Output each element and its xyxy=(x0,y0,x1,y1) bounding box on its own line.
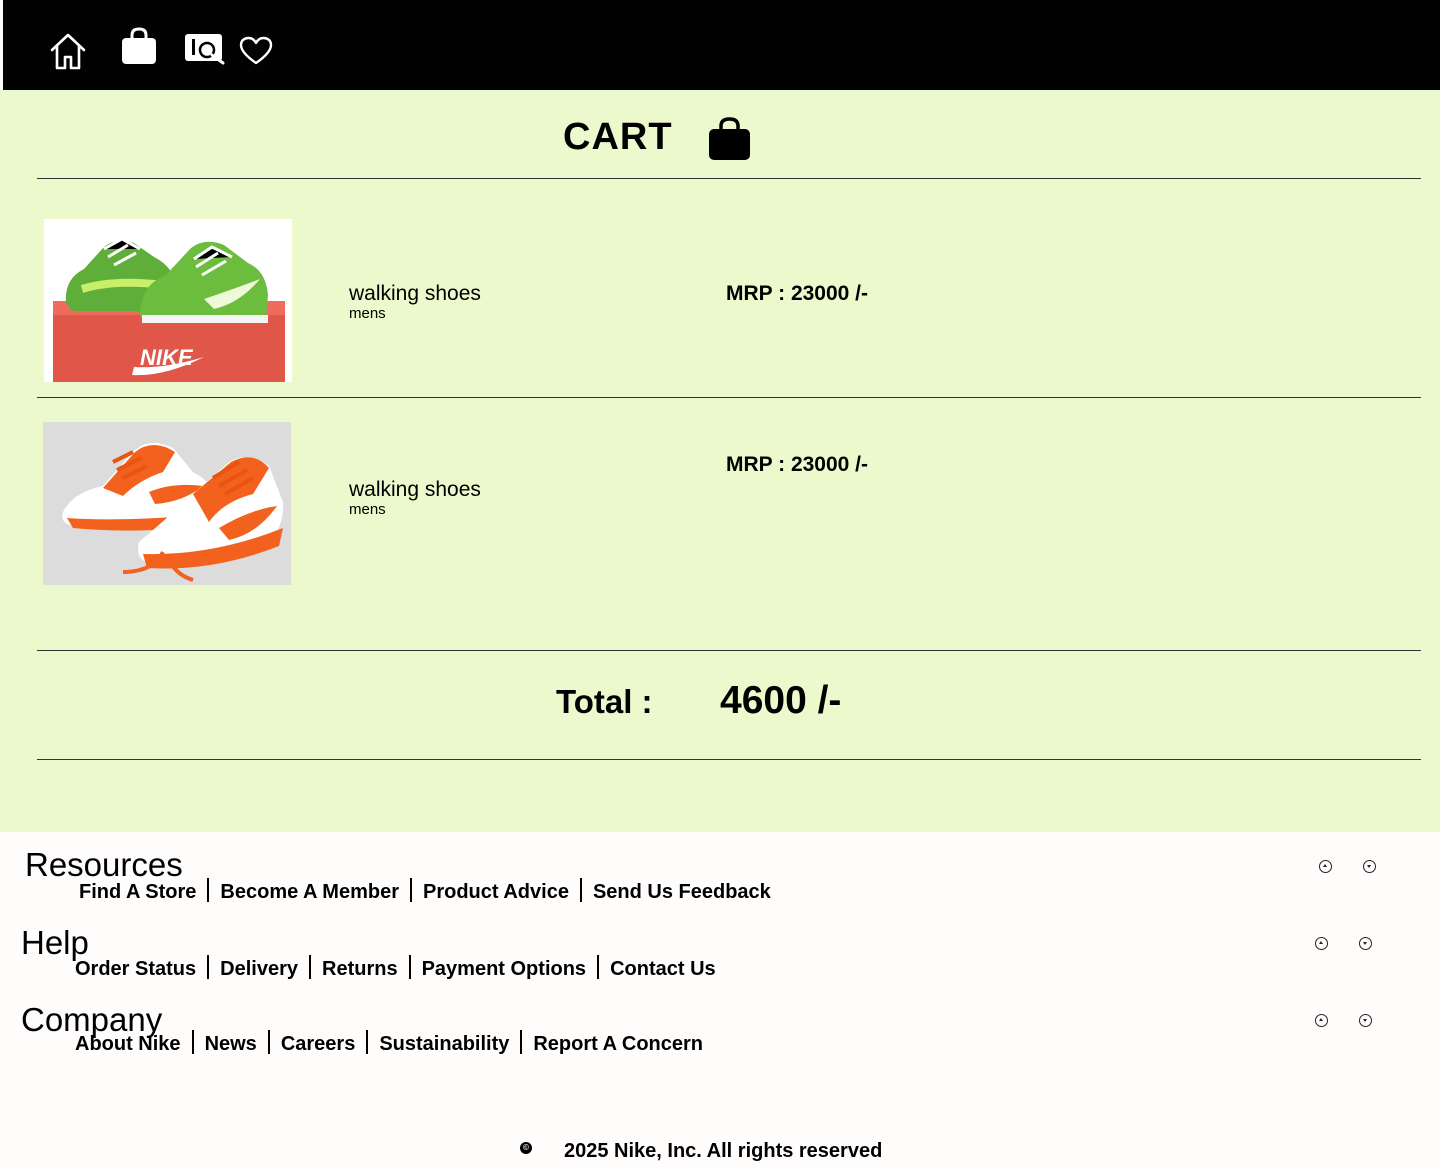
expand-down-icon[interactable] xyxy=(1363,860,1376,873)
separator xyxy=(267,1030,270,1054)
divider xyxy=(37,650,1421,651)
footer-link[interactable]: Delivery xyxy=(220,958,298,980)
divider xyxy=(37,397,1421,398)
footer-link[interactable]: News xyxy=(205,1033,257,1055)
expand-up-icon[interactable] xyxy=(1315,1014,1328,1027)
footer-link[interactable]: Send Us Feedback xyxy=(593,881,771,903)
separator xyxy=(366,1030,369,1054)
separator xyxy=(309,955,311,979)
cart-title: CART xyxy=(563,116,673,158)
footer-links-company: About Nike News Careers Sustainability Repor… xyxy=(75,1030,703,1056)
top-nav-bar xyxy=(3,0,1440,90)
footer-link[interactable]: Product Advice xyxy=(423,881,569,903)
copyright-text: 2025 Nike, Inc. All rights reserved xyxy=(564,1140,883,1162)
search-catalog-icon[interactable] xyxy=(183,32,229,71)
separator xyxy=(191,1030,194,1054)
product-category: mens xyxy=(349,305,386,322)
expand-up-icon[interactable] xyxy=(1319,860,1332,873)
total-value: 4600 /- xyxy=(720,679,842,722)
footer-link[interactable]: Order Status xyxy=(75,958,196,980)
footer-link[interactable]: Report A Concern xyxy=(533,1033,703,1055)
separator xyxy=(579,878,582,902)
separator xyxy=(207,878,210,902)
expand-down-icon[interactable] xyxy=(1359,937,1372,950)
divider xyxy=(37,178,1421,179)
product-category: mens xyxy=(349,501,386,518)
shopping-bag-icon[interactable] xyxy=(120,26,158,71)
total-label: Total : xyxy=(556,683,653,720)
separator xyxy=(207,955,210,979)
separator xyxy=(409,878,412,902)
divider xyxy=(37,759,1421,760)
footer-link[interactable]: Sustainability xyxy=(379,1033,509,1055)
footer-links-resources: Find A Store Become A Member Product Advic… xyxy=(79,878,771,904)
separator xyxy=(520,1030,523,1054)
footer-link[interactable]: Contact Us xyxy=(610,958,716,980)
expand-up-icon[interactable] xyxy=(1315,937,1328,950)
svg-text:NIKE: NIKE xyxy=(140,345,194,370)
footer-link[interactable]: About Nike xyxy=(75,1033,181,1055)
separator xyxy=(597,955,600,979)
copyright-icon: © xyxy=(520,1142,532,1154)
footer-link[interactable]: Returns xyxy=(322,958,398,980)
shopping-bag-icon xyxy=(708,116,751,166)
footer-links-help: Order Status Delivery Returns Payment Optio… xyxy=(75,955,716,981)
home-icon[interactable] xyxy=(48,31,88,76)
separator xyxy=(408,955,411,979)
footer-link[interactable]: Find A Store xyxy=(79,881,196,903)
product-price: MRP : 23000 /- xyxy=(726,453,869,476)
product-price: MRP : 23000 /- xyxy=(726,282,869,305)
product-image[interactable] xyxy=(43,422,291,585)
product-image[interactable]: NIKE xyxy=(44,219,292,382)
footer-link[interactable]: Careers xyxy=(281,1033,356,1055)
footer-link[interactable]: Become A Member xyxy=(220,881,399,903)
product-name[interactable]: walking shoes xyxy=(349,478,481,502)
expand-down-icon[interactable] xyxy=(1359,1014,1372,1027)
heart-icon[interactable] xyxy=(239,36,273,71)
product-name[interactable]: walking shoes xyxy=(349,282,481,306)
footer-link[interactable]: Payment Options xyxy=(422,958,586,980)
